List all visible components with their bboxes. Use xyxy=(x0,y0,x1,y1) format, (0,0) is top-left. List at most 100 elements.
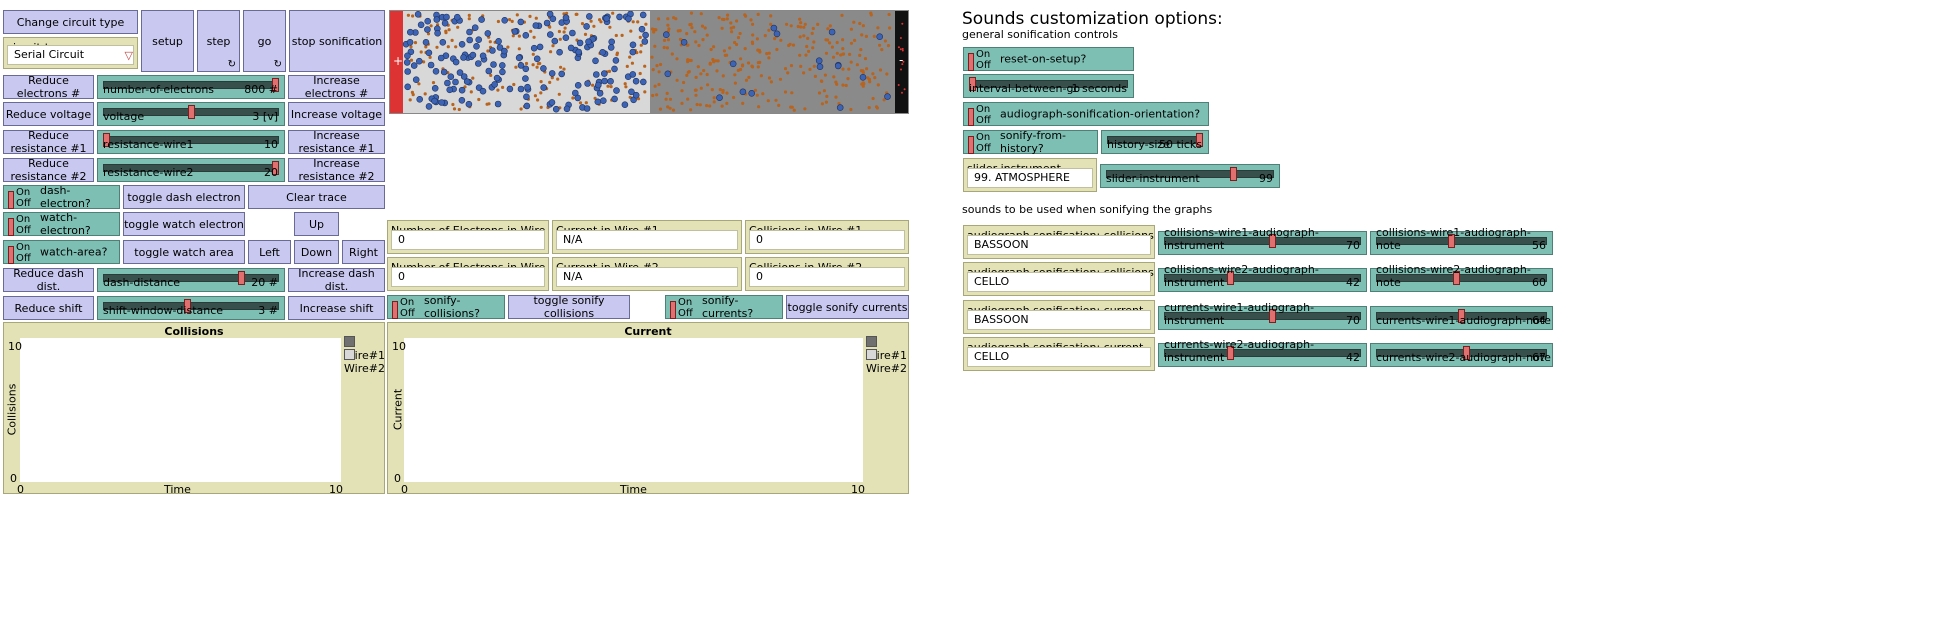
resistance-wire1-slider[interactable]: resistance-wire1 10 xyxy=(97,130,285,154)
collisions-wire2-sound-chooser[interactable]: audiograph sonification: collisions wire… xyxy=(963,262,1155,296)
slider-thumb[interactable] xyxy=(187,105,195,119)
increase-dash-distance-button[interactable]: Increase dash dist. xyxy=(288,267,385,293)
atom xyxy=(643,90,647,94)
legend-wire2: Wire#2 xyxy=(344,349,385,375)
stop-sonification-button[interactable]: stop sonification xyxy=(289,10,385,72)
resistance-wire2-slider[interactable]: resistance-wire2 20 xyxy=(97,158,285,182)
switch-toggle[interactable]: On Off xyxy=(8,242,31,266)
switch-toggle[interactable]: On Off xyxy=(968,104,991,128)
reduce-shift-button[interactable]: Reduce shift xyxy=(3,296,94,320)
currents-wire2-note-slider[interactable]: currents-wire2-audiograph-note 67 xyxy=(1370,343,1553,367)
current-wire1-sound-chooser[interactable]: audiograph sonification: current wire#1 … xyxy=(963,300,1155,334)
electron xyxy=(572,89,579,97)
toggle-sonify-collisions-button[interactable]: toggle sonify collisions xyxy=(508,294,630,320)
atom xyxy=(805,44,809,49)
currents-wire2-instrument-slider[interactable]: currents-wire2-audiograph-instrument 42 xyxy=(1158,338,1367,367)
chooser-value[interactable]: 99. ATMOSPHERE xyxy=(967,168,1093,188)
up-button[interactable]: Up xyxy=(294,212,339,236)
down-button[interactable]: Down xyxy=(294,240,339,264)
reduce-resistance2-button[interactable]: Reduce resistance #2 xyxy=(3,157,94,183)
reduce-dash-distance-button[interactable]: Reduce dash dist. xyxy=(3,267,94,293)
reduce-electrons-button[interactable]: Reduce electrons # xyxy=(3,74,94,100)
chooser-value[interactable]: BASSOON xyxy=(967,310,1151,330)
chooser-value[interactable]: CELLO xyxy=(967,347,1151,367)
watch-electron-switch[interactable]: On Off watch-electron? xyxy=(3,211,120,238)
sonify-from-history-switch[interactable]: On Off sonify-from-history? xyxy=(963,129,1098,156)
toggle-sonify-currents-button[interactable]: toggle sonify currents xyxy=(786,295,909,319)
right-button[interactable]: Right xyxy=(342,240,385,264)
currents-wire1-instrument-slider[interactable]: currents-wire1-audiograph-instrument 70 xyxy=(1158,301,1367,330)
collisions-wire1-note-slider[interactable]: collisions-wire1-audiograph-note 56 xyxy=(1370,226,1553,255)
interval-between-go-slider[interactable]: interval-between-go 1 seconds xyxy=(963,74,1134,98)
left-button[interactable]: Left xyxy=(248,240,291,264)
atom xyxy=(693,30,697,34)
orientation-switch[interactable]: On Off audiograph-sonification-orientatio… xyxy=(963,102,1209,126)
current-wire2-sound-chooser[interactable]: audiograph sonification: current wire#2 … xyxy=(963,337,1155,371)
atom xyxy=(803,22,807,26)
atom xyxy=(664,97,668,101)
watch-area-switch[interactable]: On Off watch-area? xyxy=(3,240,120,264)
voltage-slider[interactable]: voltage 3 [v] xyxy=(97,102,285,126)
atom xyxy=(708,104,712,108)
reduce-resistance1-button[interactable]: Reduce resistance #1 xyxy=(3,129,94,155)
button-label: step xyxy=(206,34,231,48)
collisions-wire2-note-slider[interactable]: collisions-wire2-audiograph-note 60 xyxy=(1370,263,1553,292)
change-circuit-type-button[interactable]: Change circuit type xyxy=(3,10,138,34)
reset-on-setup-switch[interactable]: On Off reset-on-setup? xyxy=(963,47,1134,71)
circuit-type-chooser[interactable]: circuit-type Serial Circuit ▽ xyxy=(3,37,138,69)
increase-voltage-button[interactable]: Increase voltage xyxy=(288,102,385,126)
toggle-dash-electron-button[interactable]: toggle dash electron xyxy=(123,185,245,209)
sonify-collisions-switch[interactable]: On Off sonify-collisions? xyxy=(387,294,505,321)
increase-shift-button[interactable]: Increase shift xyxy=(288,296,385,320)
slider-thumb[interactable] xyxy=(1229,167,1237,181)
increase-resistance2-button[interactable]: Increase resistance #2 xyxy=(288,157,385,183)
slider-thumb[interactable] xyxy=(238,271,246,285)
collisions-wire1-sound-chooser[interactable]: audiograph sonification: collisions wire… xyxy=(963,225,1155,259)
monitor-value: 0 xyxy=(749,267,905,287)
atom xyxy=(652,30,656,34)
atom xyxy=(668,97,673,101)
dash-distance-slider[interactable]: dash-distance 20 # xyxy=(97,268,285,292)
increase-resistance1-button[interactable]: Increase resistance #1 xyxy=(288,129,385,155)
atom xyxy=(406,13,410,17)
dash-electron-switch[interactable]: On Off dash-electron? xyxy=(3,184,120,211)
sonify-currents-switch[interactable]: On Off sonify-currents? xyxy=(665,294,783,321)
collisions-wire1-instrument-slider[interactable]: collisions-wire1-audiograph-instrument 70 xyxy=(1158,226,1367,255)
toggle-watch-area-button[interactable]: toggle watch area xyxy=(123,240,245,264)
switch-toggle[interactable]: On Off xyxy=(8,214,31,238)
switch-toggle[interactable]: On Off xyxy=(8,187,31,211)
slider-instrument-slider[interactable]: slider-instrument 99 xyxy=(1100,164,1280,188)
switch-toggle[interactable]: On Off xyxy=(968,49,991,73)
collisions-wire2-instrument-slider[interactable]: collisions-wire2-audiograph-instrument 42 xyxy=(1158,263,1367,292)
setup-button[interactable]: setup xyxy=(141,10,194,72)
history-size-slider[interactable]: history-size 50 ticks xyxy=(1101,130,1209,154)
atom xyxy=(728,46,732,50)
number-of-electrons-slider[interactable]: number-of-electrons 800 # xyxy=(97,75,285,99)
electron xyxy=(517,62,525,69)
atom xyxy=(806,36,810,40)
switch-toggle[interactable]: On Off xyxy=(968,132,991,156)
currents-wire1-note-slider[interactable]: currents-wire1-audiograph-note 64 xyxy=(1370,306,1553,330)
chooser-value[interactable]: BASSOON xyxy=(967,235,1151,255)
atom xyxy=(657,17,661,21)
toggle-watch-electron-button[interactable]: toggle watch electron xyxy=(123,212,245,236)
atom xyxy=(841,47,845,51)
step-button[interactable]: step ↻ xyxy=(197,10,240,72)
switch-toggle[interactable]: On Off xyxy=(670,297,693,321)
atom xyxy=(715,69,719,73)
switch-toggle[interactable]: On Off xyxy=(392,297,415,321)
atom xyxy=(849,60,853,64)
shift-window-distance-slider[interactable]: shift-window-distance 3 # xyxy=(97,296,285,320)
atom xyxy=(557,92,561,96)
increase-electrons-button[interactable]: Increase electrons # xyxy=(288,74,385,100)
clear-trace-button[interactable]: Clear trace xyxy=(248,185,385,209)
chooser-value[interactable]: Serial Circuit xyxy=(7,45,134,65)
atom xyxy=(817,91,822,95)
world-view[interactable]: + - xyxy=(389,10,909,114)
reduce-voltage-button[interactable]: Reduce voltage xyxy=(3,102,94,126)
atom xyxy=(536,62,540,66)
go-button[interactable]: go ↻ xyxy=(243,10,286,72)
slider-instrument-chooser[interactable]: slider instrument 99. ATMOSPHERE xyxy=(963,158,1097,192)
atom xyxy=(423,92,427,96)
chooser-value[interactable]: CELLO xyxy=(967,272,1151,292)
